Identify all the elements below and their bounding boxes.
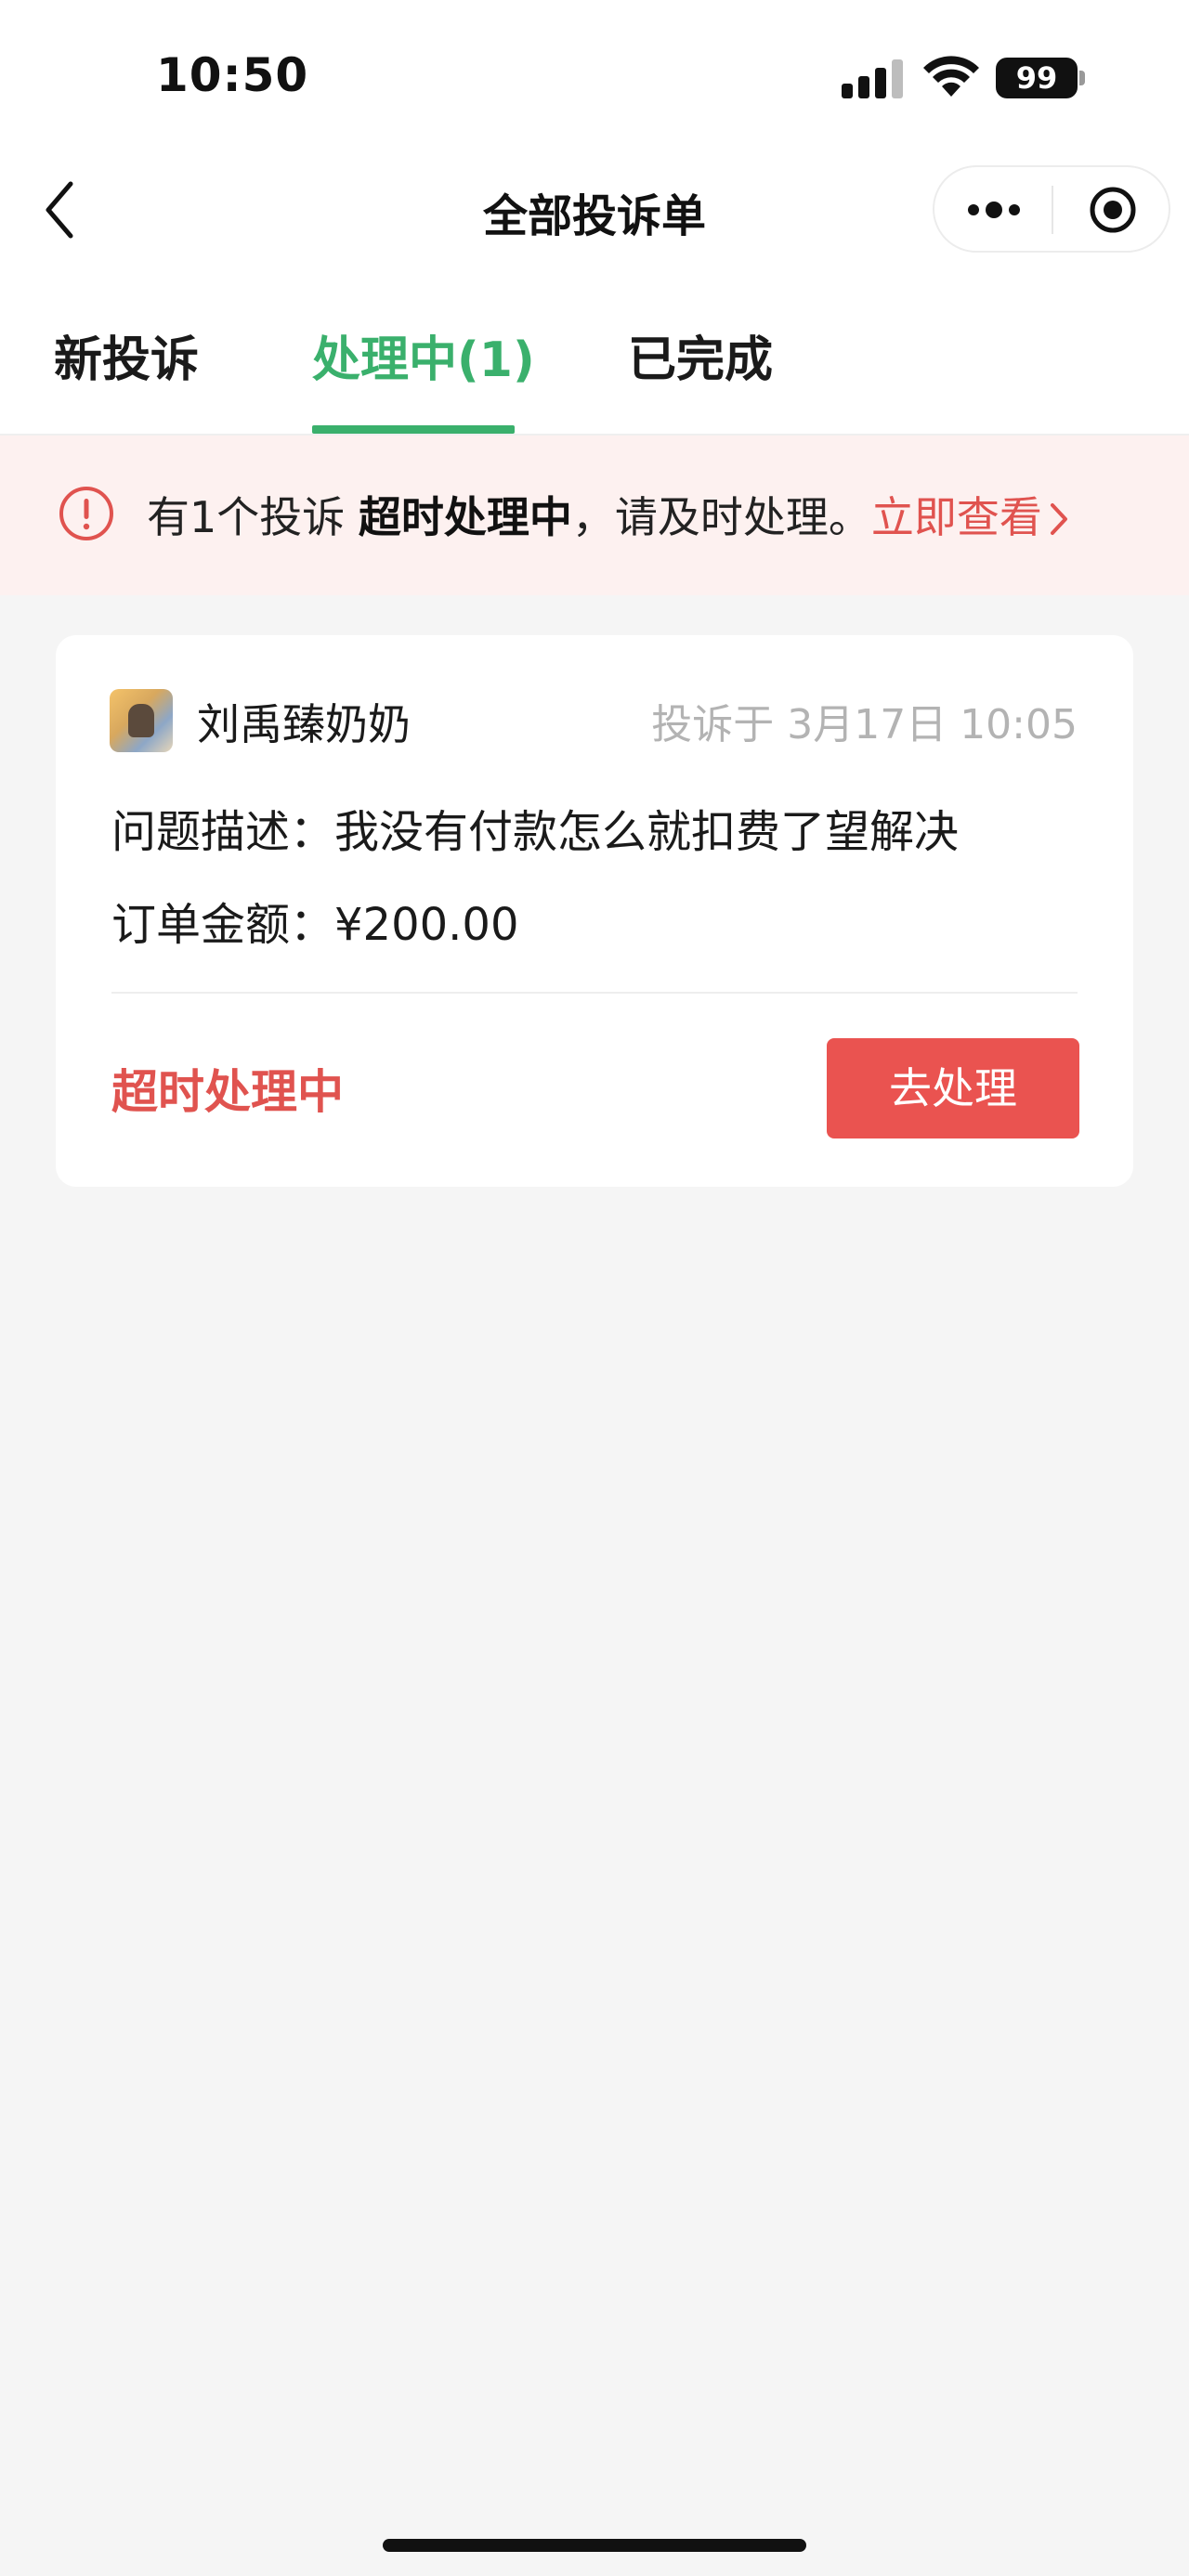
amount-value: ¥200.00 [334,899,519,951]
user-name: 刘禹臻奶奶 [197,699,411,749]
more-icon[interactable] [964,191,1024,228]
active-tab-indicator [312,425,515,434]
view-now-label[interactable]: 立即查看 [871,492,1042,542]
battery-icon: 99 [996,58,1085,98]
description-value: 我没有付款怎么就扣费了望解决 [334,806,960,858]
signal-icon [842,59,903,98]
mini-program-capsule [933,165,1170,253]
avatar [110,689,173,752]
complaint-time: 投诉于 3月17日 10:05 [651,701,1078,748]
exclamation-circle-icon [59,487,113,540]
alert-emphasis: 超时处理中 [358,492,572,542]
target-icon[interactable] [1087,184,1139,236]
battery-cap [1079,71,1085,85]
description-row: 问题描述：我没有付款怎么就扣费了望解决 [111,795,959,860]
amount-row: 订单金额：¥200.00 [111,888,519,953]
chevron-right-icon[interactable] [1048,501,1070,538]
capsule-divider [1052,186,1053,234]
status-badge: 超时处理中 [111,1065,344,1119]
status-time: 10:50 [156,48,309,102]
wifi-icon [923,56,979,97]
alert-suffix: ，请及时处理。 [571,492,871,542]
overdue-alert-banner: 有1个投诉 超时处理中，请及时处理。立即查看 [0,436,1189,595]
home-indicator [383,2539,806,2552]
alert-prefix: 有1个投诉 [147,492,359,542]
process-button[interactable]: 去处理 [827,1038,1079,1138]
battery-level: 99 [996,58,1078,98]
tab-processing[interactable]: 处理中(1) [312,320,535,390]
amount-label: 订单金额： [111,899,335,951]
complaint-card[interactable]: 刘禹臻奶奶 投诉于 3月17日 10:05 问题描述：我没有付款怎么就扣费了望解… [56,635,1133,1187]
tab-new-complaints[interactable]: 新投诉 [54,320,199,390]
description-label: 问题描述： [111,806,335,858]
tab-completed[interactable]: 已完成 [628,320,773,390]
card-divider [111,992,1078,994]
alert-message: 有1个投诉 超时处理中，请及时处理。立即查看 [147,484,1070,545]
avatar-figure [128,704,154,737]
view-now-link[interactable]: 立即查看 [871,492,1070,542]
